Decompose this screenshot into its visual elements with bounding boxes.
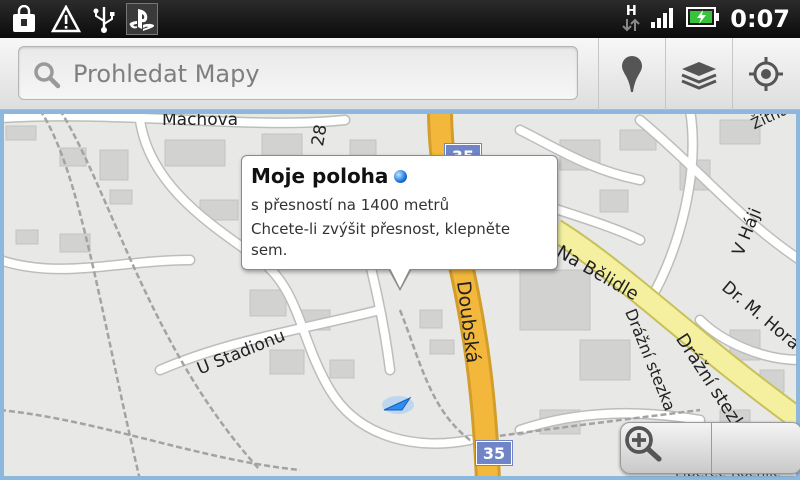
layers-button[interactable]	[665, 38, 731, 110]
location-arrow-icon	[382, 396, 414, 414]
search-box[interactable]	[18, 46, 578, 100]
playstation-icon	[126, 3, 158, 35]
my-location-button[interactable]	[732, 38, 798, 110]
bubble-prompt[interactable]: Chcete-li zvýšit přesnost, klepněte sem.	[251, 219, 548, 261]
bubble-title-row: Moje poloha	[251, 164, 548, 188]
road-shield-35-bottom: 35	[475, 440, 513, 466]
location-info-bubble[interactable]: Moje poloha s přesností na 1400 metrů Ch…	[241, 155, 558, 291]
search-toolbar	[0, 38, 800, 110]
network-type-label: H	[625, 4, 637, 19]
bubble-tail	[388, 268, 412, 291]
road-label-28: 28	[308, 122, 332, 148]
usb-icon	[88, 3, 120, 35]
signal-strength-icon	[650, 6, 676, 32]
search-input[interactable]	[73, 57, 553, 91]
blue-dot-icon	[394, 169, 408, 183]
bubble-accuracy: s přesností na 1400 metrů	[251, 196, 450, 214]
status-bar: H 0:07	[0, 0, 800, 38]
search-icon	[33, 61, 61, 89]
clock: 0:07	[730, 5, 790, 33]
places-pin-icon	[621, 56, 642, 92]
shopping-bag-icon	[8, 3, 40, 35]
battery-charging-icon	[686, 6, 720, 32]
my-location-icon	[748, 57, 783, 91]
zoom-in-button[interactable]	[625, 423, 800, 473]
my-location-marker[interactable]	[380, 390, 416, 416]
warning-icon	[50, 3, 82, 35]
zoom-controls	[620, 422, 800, 474]
places-button[interactable]	[598, 38, 664, 110]
road-label-machova: Máchova	[162, 110, 239, 130]
layers-icon	[680, 62, 717, 90]
bubble-title: Moje poloha	[251, 164, 389, 188]
zoom-in-icon	[625, 426, 662, 462]
network-type-icon: H	[622, 4, 641, 32]
